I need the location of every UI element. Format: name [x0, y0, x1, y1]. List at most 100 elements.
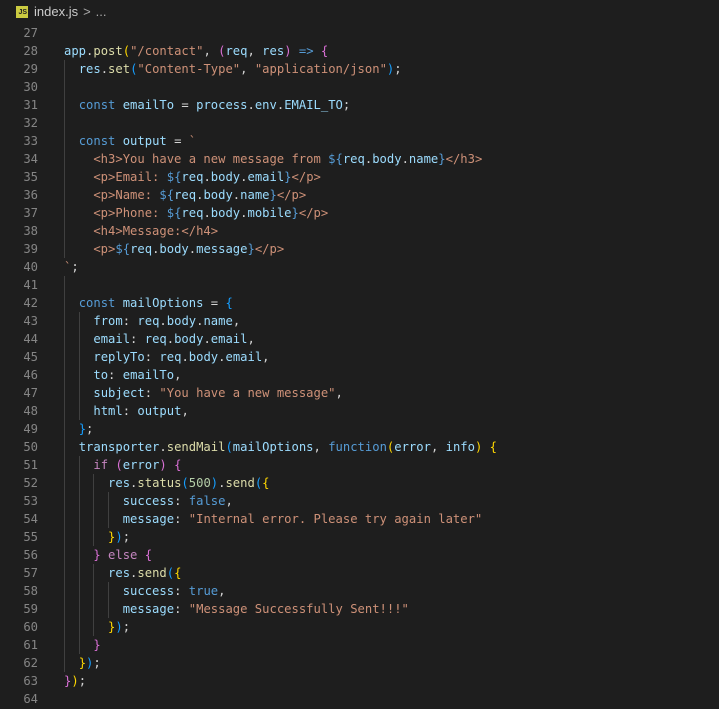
code-line[interactable]: 44 email: req.body.email, — [0, 330, 719, 348]
line-number: 62 — [23, 656, 38, 670]
line-number: 38 — [23, 224, 38, 238]
code-line[interactable]: 59 message: "Message Successfully Sent!!… — [0, 600, 719, 618]
code-token: , — [174, 368, 182, 382]
code-line[interactable]: 31 const emailTo = process.env.EMAIL_TO; — [0, 96, 719, 114]
code-token: res — [108, 476, 131, 490]
javascript-file-icon: JS — [16, 5, 28, 18]
line-number: 49 — [23, 422, 38, 436]
code-token: error — [394, 440, 431, 454]
code-line[interactable]: 56 } else { — [0, 546, 719, 564]
code-token: mailOptions — [232, 440, 314, 454]
code-token: req — [174, 188, 197, 202]
code-token: , — [218, 584, 226, 598]
code-token: . — [203, 206, 211, 220]
code-editor[interactable]: JS index.js > ... 27 28 app.post("/contact… — [0, 0, 719, 709]
code-token: subject — [93, 386, 145, 400]
code-token: post — [93, 44, 123, 58]
code-line[interactable]: 57 res.send({ — [0, 564, 719, 582]
code-line[interactable]: 32 — [0, 114, 719, 132]
code-token: . — [159, 314, 167, 328]
line-number: 58 — [23, 584, 38, 598]
code-token: body — [188, 350, 219, 364]
code-token: email — [225, 350, 263, 364]
code-token: { — [320, 44, 329, 58]
code-line[interactable]: 62 }); — [0, 654, 719, 672]
code-line[interactable]: 30 — [0, 78, 719, 96]
code-token: emailTo — [122, 98, 175, 112]
breadcrumb-more[interactable]: ... — [96, 4, 107, 19]
line-number: 51 — [23, 458, 38, 472]
code-line[interactable]: 54 message: "Internal error. Please try … — [0, 510, 719, 528]
code-token: , — [232, 314, 241, 328]
code-token: , — [203, 44, 219, 58]
code-line[interactable]: 60 }); — [0, 618, 719, 636]
code-line[interactable]: 36 <p>Name: ${req.body.name}</p> — [0, 186, 719, 204]
code-line[interactable]: 33 const output = ` — [0, 132, 719, 150]
code-line[interactable]: 58 success: true, — [0, 582, 719, 600]
code-line[interactable]: 64 — [0, 690, 719, 708]
code-token: mailOptions — [122, 296, 204, 310]
code-line[interactable]: 63}); — [0, 672, 719, 690]
code-line[interactable]: 40 `; — [0, 258, 719, 276]
code-token: ; — [78, 674, 87, 688]
code-token: . — [100, 62, 109, 76]
line-number: 30 — [23, 80, 38, 94]
code-text: <p>${req.body.message}</p> — [64, 240, 284, 258]
code-line[interactable]: 55 }); — [0, 528, 719, 546]
line-number: 56 — [23, 548, 38, 562]
code-token: function — [328, 440, 387, 454]
line-number: 42 — [23, 296, 38, 310]
code-token: : — [108, 368, 123, 382]
code-line[interactable]: 48 html: output, — [0, 402, 719, 420]
code-text: email: req.body.email, — [64, 330, 254, 348]
code-token: : — [174, 494, 189, 508]
code-line[interactable]: 38 <h4>Message:</h4> — [0, 222, 719, 240]
code-token: ( — [122, 44, 131, 58]
code-line[interactable]: 37 <p>Phone: ${req.body.mobile}</p> — [0, 204, 719, 222]
code-token: send — [137, 566, 167, 580]
code-token: EMAIL_TO — [284, 98, 343, 112]
code-line[interactable]: 28 app.post("/contact", (req, res) => { — [0, 42, 719, 60]
code-line[interactable]: 49 }; — [0, 420, 719, 438]
code-line[interactable]: 52 res.status(500).send({ — [0, 474, 719, 492]
code-line[interactable]: 51 if (error) { — [0, 456, 719, 474]
code-line[interactable]: 27 — [0, 24, 719, 42]
code-line[interactable]: 46 to: emailTo, — [0, 366, 719, 384]
breadcrumb-file-name[interactable]: index.js — [34, 4, 78, 19]
line-number: 29 — [23, 62, 38, 76]
code-token: message — [196, 242, 248, 256]
line-number: 48 — [23, 404, 38, 418]
code-text: } else { — [64, 546, 152, 564]
code-line[interactable]: 53 success: false, — [0, 492, 719, 510]
code-line[interactable]: 45 replyTo: req.body.email, — [0, 348, 719, 366]
code-text: <p>Name: ${req.body.name}</p> — [64, 186, 306, 204]
code-line[interactable]: 47 subject: "You have a new message", — [0, 384, 719, 402]
code-token: req — [181, 206, 204, 220]
code-line[interactable]: 41 — [0, 276, 719, 294]
code-line[interactable]: 29 res.set("Content-Type", "application/… — [0, 60, 719, 78]
code-line[interactable]: 50 transporter.sendMail(mailOptions, fun… — [0, 438, 719, 456]
code-line[interactable]: 34 <h3>You have a new message from ${req… — [0, 150, 719, 168]
code-line[interactable]: 42 const mailOptions = { — [0, 294, 719, 312]
code-line[interactable]: 43 from: req.body.name, — [0, 312, 719, 330]
code-token: = — [166, 134, 189, 148]
line-number: 33 — [23, 134, 38, 148]
code-token: } — [78, 656, 87, 670]
code-token: send — [225, 476, 255, 490]
code-line[interactable]: 61 } — [0, 636, 719, 654]
code-text: success: true, — [64, 582, 226, 600]
code-token: else — [108, 548, 138, 562]
code-area[interactable]: 27 28 app.post("/contact", (req, res) => {… — [0, 24, 719, 708]
line-number: 52 — [23, 476, 38, 490]
code-token: , — [225, 494, 233, 508]
code-line[interactable]: 39 <p>${req.body.message}</p> — [0, 240, 719, 258]
code-token: req — [144, 332, 167, 346]
code-line[interactable]: 35 <p>Email: ${req.body.email}</p> — [0, 168, 719, 186]
code-token: const — [78, 98, 116, 112]
code-token: output — [137, 404, 182, 418]
code-token: name — [408, 152, 439, 166]
